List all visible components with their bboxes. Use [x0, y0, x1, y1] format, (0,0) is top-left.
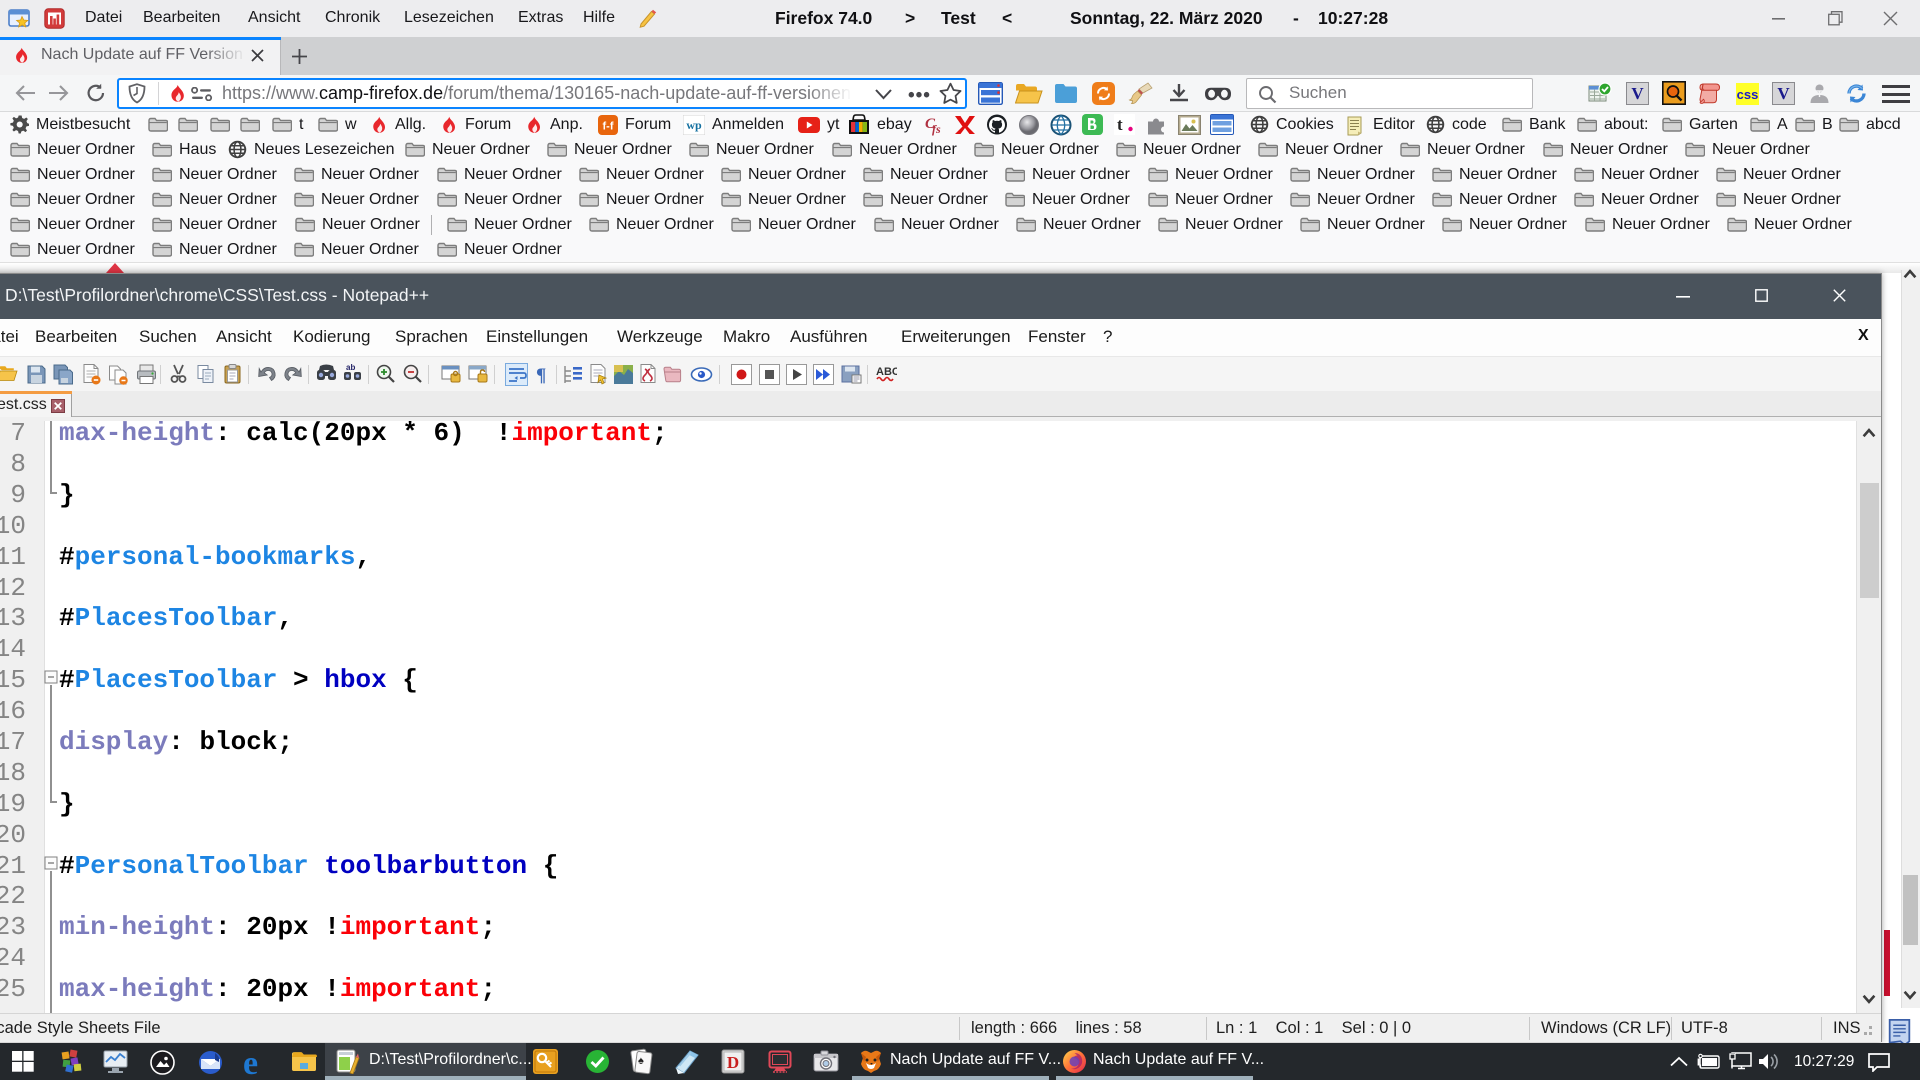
svg-text:V: V: [1631, 84, 1644, 103]
svg-text:fs: fs: [932, 122, 941, 136]
svg-text:ABC: ABC: [876, 366, 897, 378]
svg-text:V: V: [1777, 84, 1790, 103]
svg-text:wp: wp: [686, 118, 702, 132]
svg-text:f-f: f-f: [603, 120, 614, 132]
svg-text:D: D: [727, 1053, 739, 1072]
svg-text:♠: ♠: [638, 1055, 644, 1067]
svg-text:t: t: [1117, 115, 1123, 134]
svg-text:¶: ¶: [536, 365, 546, 386]
svg-text:css: css: [1737, 87, 1759, 102]
svg-text:ab: ab: [346, 363, 355, 372]
